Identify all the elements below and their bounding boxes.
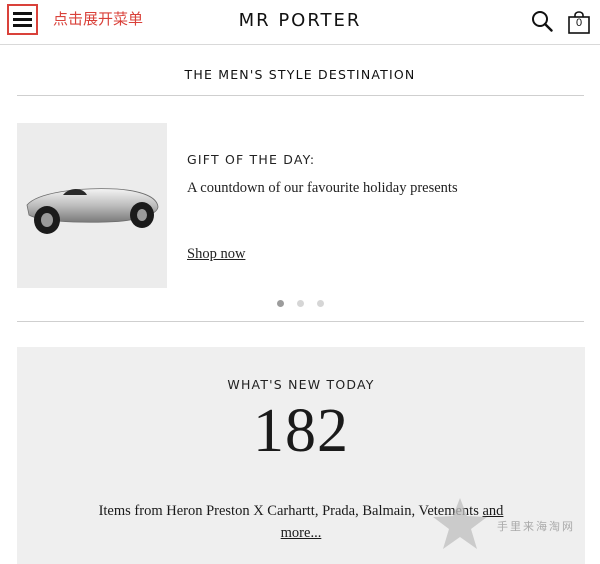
promo-title: GIFT OF THE DAY: xyxy=(187,152,316,167)
toy-race-car-image xyxy=(26,188,159,234)
shop-now-link[interactable]: Shop now xyxy=(187,246,245,263)
whats-new-title: WHAT'S NEW TODAY xyxy=(227,377,375,392)
search-icon[interactable] xyxy=(531,10,553,32)
whats-new-count: 182 xyxy=(253,397,349,465)
watermark-text: 手里来海淘网 xyxy=(497,520,575,533)
bag-count: 0 xyxy=(575,17,583,29)
divider xyxy=(17,95,584,96)
tagline: THE MEN'S STYLE DESTINATION xyxy=(184,67,416,82)
promo-description: A countdown of our favourite holiday pre… xyxy=(187,180,458,196)
carousel-dot-2[interactable] xyxy=(297,300,304,307)
divider xyxy=(17,321,584,322)
carousel-dot-1[interactable] xyxy=(277,300,284,307)
carousel-dot-3[interactable] xyxy=(317,300,324,307)
site-logo[interactable]: MR PORTER xyxy=(0,10,600,31)
whats-new-items: Items from Heron Preston X Carhartt, Pra… xyxy=(98,503,479,519)
site-header: 点击展开菜单 MR PORTER 0 xyxy=(0,0,600,45)
star-icon xyxy=(433,498,487,549)
promo-image[interactable] xyxy=(17,123,167,288)
